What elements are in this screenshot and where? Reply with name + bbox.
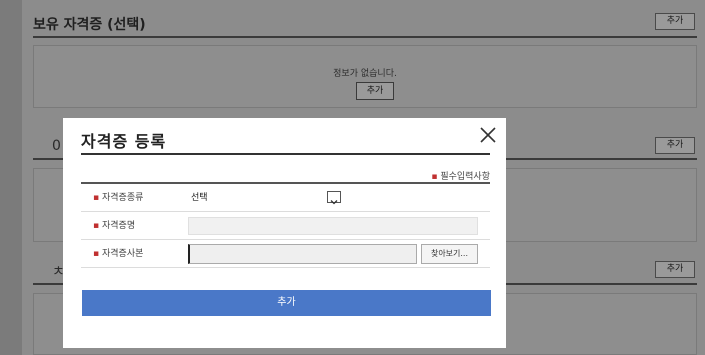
modal-divider — [81, 153, 490, 155]
section3-add-button[interactable]: 추가 — [655, 261, 695, 278]
close-icon[interactable] — [478, 125, 498, 145]
certificates-add-button[interactable]: 추가 — [655, 13, 695, 30]
section-title-certificates: 보유 자격증 (선택) — [33, 17, 146, 33]
empty-add-button[interactable]: 추가 — [356, 82, 394, 100]
section2-add-button[interactable]: 추가 — [655, 137, 695, 154]
certificate-name-input[interactable] — [188, 217, 478, 235]
form-row-type: ▪ 자격증종류 선택 — [81, 184, 490, 212]
certificates-empty-box: 정보가 없습니다. 추가 — [33, 45, 697, 108]
certificate-copy-file-input[interactable] — [188, 244, 417, 264]
field-label: ▪ 자격증사본 — [93, 249, 144, 259]
form-row-name: ▪ 자격증명 — [81, 212, 490, 240]
empty-message: 정보가 없습니다. — [333, 69, 397, 79]
required-dot-icon: ▪ — [431, 172, 438, 182]
required-note: ▪ 필수입력사항 — [431, 169, 490, 182]
section-title-stub: 0 — [52, 138, 61, 154]
modal-title: 자격증 등록 — [81, 132, 167, 151]
certificate-form: ▪ 자격증종류 선택 ▪ 자격증명 ▪ 자격증사본 찾아보기... — [81, 182, 490, 268]
browse-button[interactable]: 찾아보기... — [421, 244, 478, 264]
submit-add-button[interactable]: 추가 — [82, 290, 491, 316]
certificate-modal: 자격증 등록 ▪ 필수입력사항 ▪ 자격증종류 선택 ▪ 자격증명 ▪ 자격증사… — [63, 118, 506, 348]
required-note-text: 필수입력사항 — [440, 172, 490, 182]
field-label: ▪ 자격증명 — [93, 221, 136, 231]
form-row-copy: ▪ 자격증사본 찾아보기... — [81, 240, 490, 268]
chevron-down-icon[interactable] — [327, 191, 341, 205]
section-divider — [33, 36, 697, 38]
field-label: ▪ 자격증종류 — [93, 193, 144, 203]
